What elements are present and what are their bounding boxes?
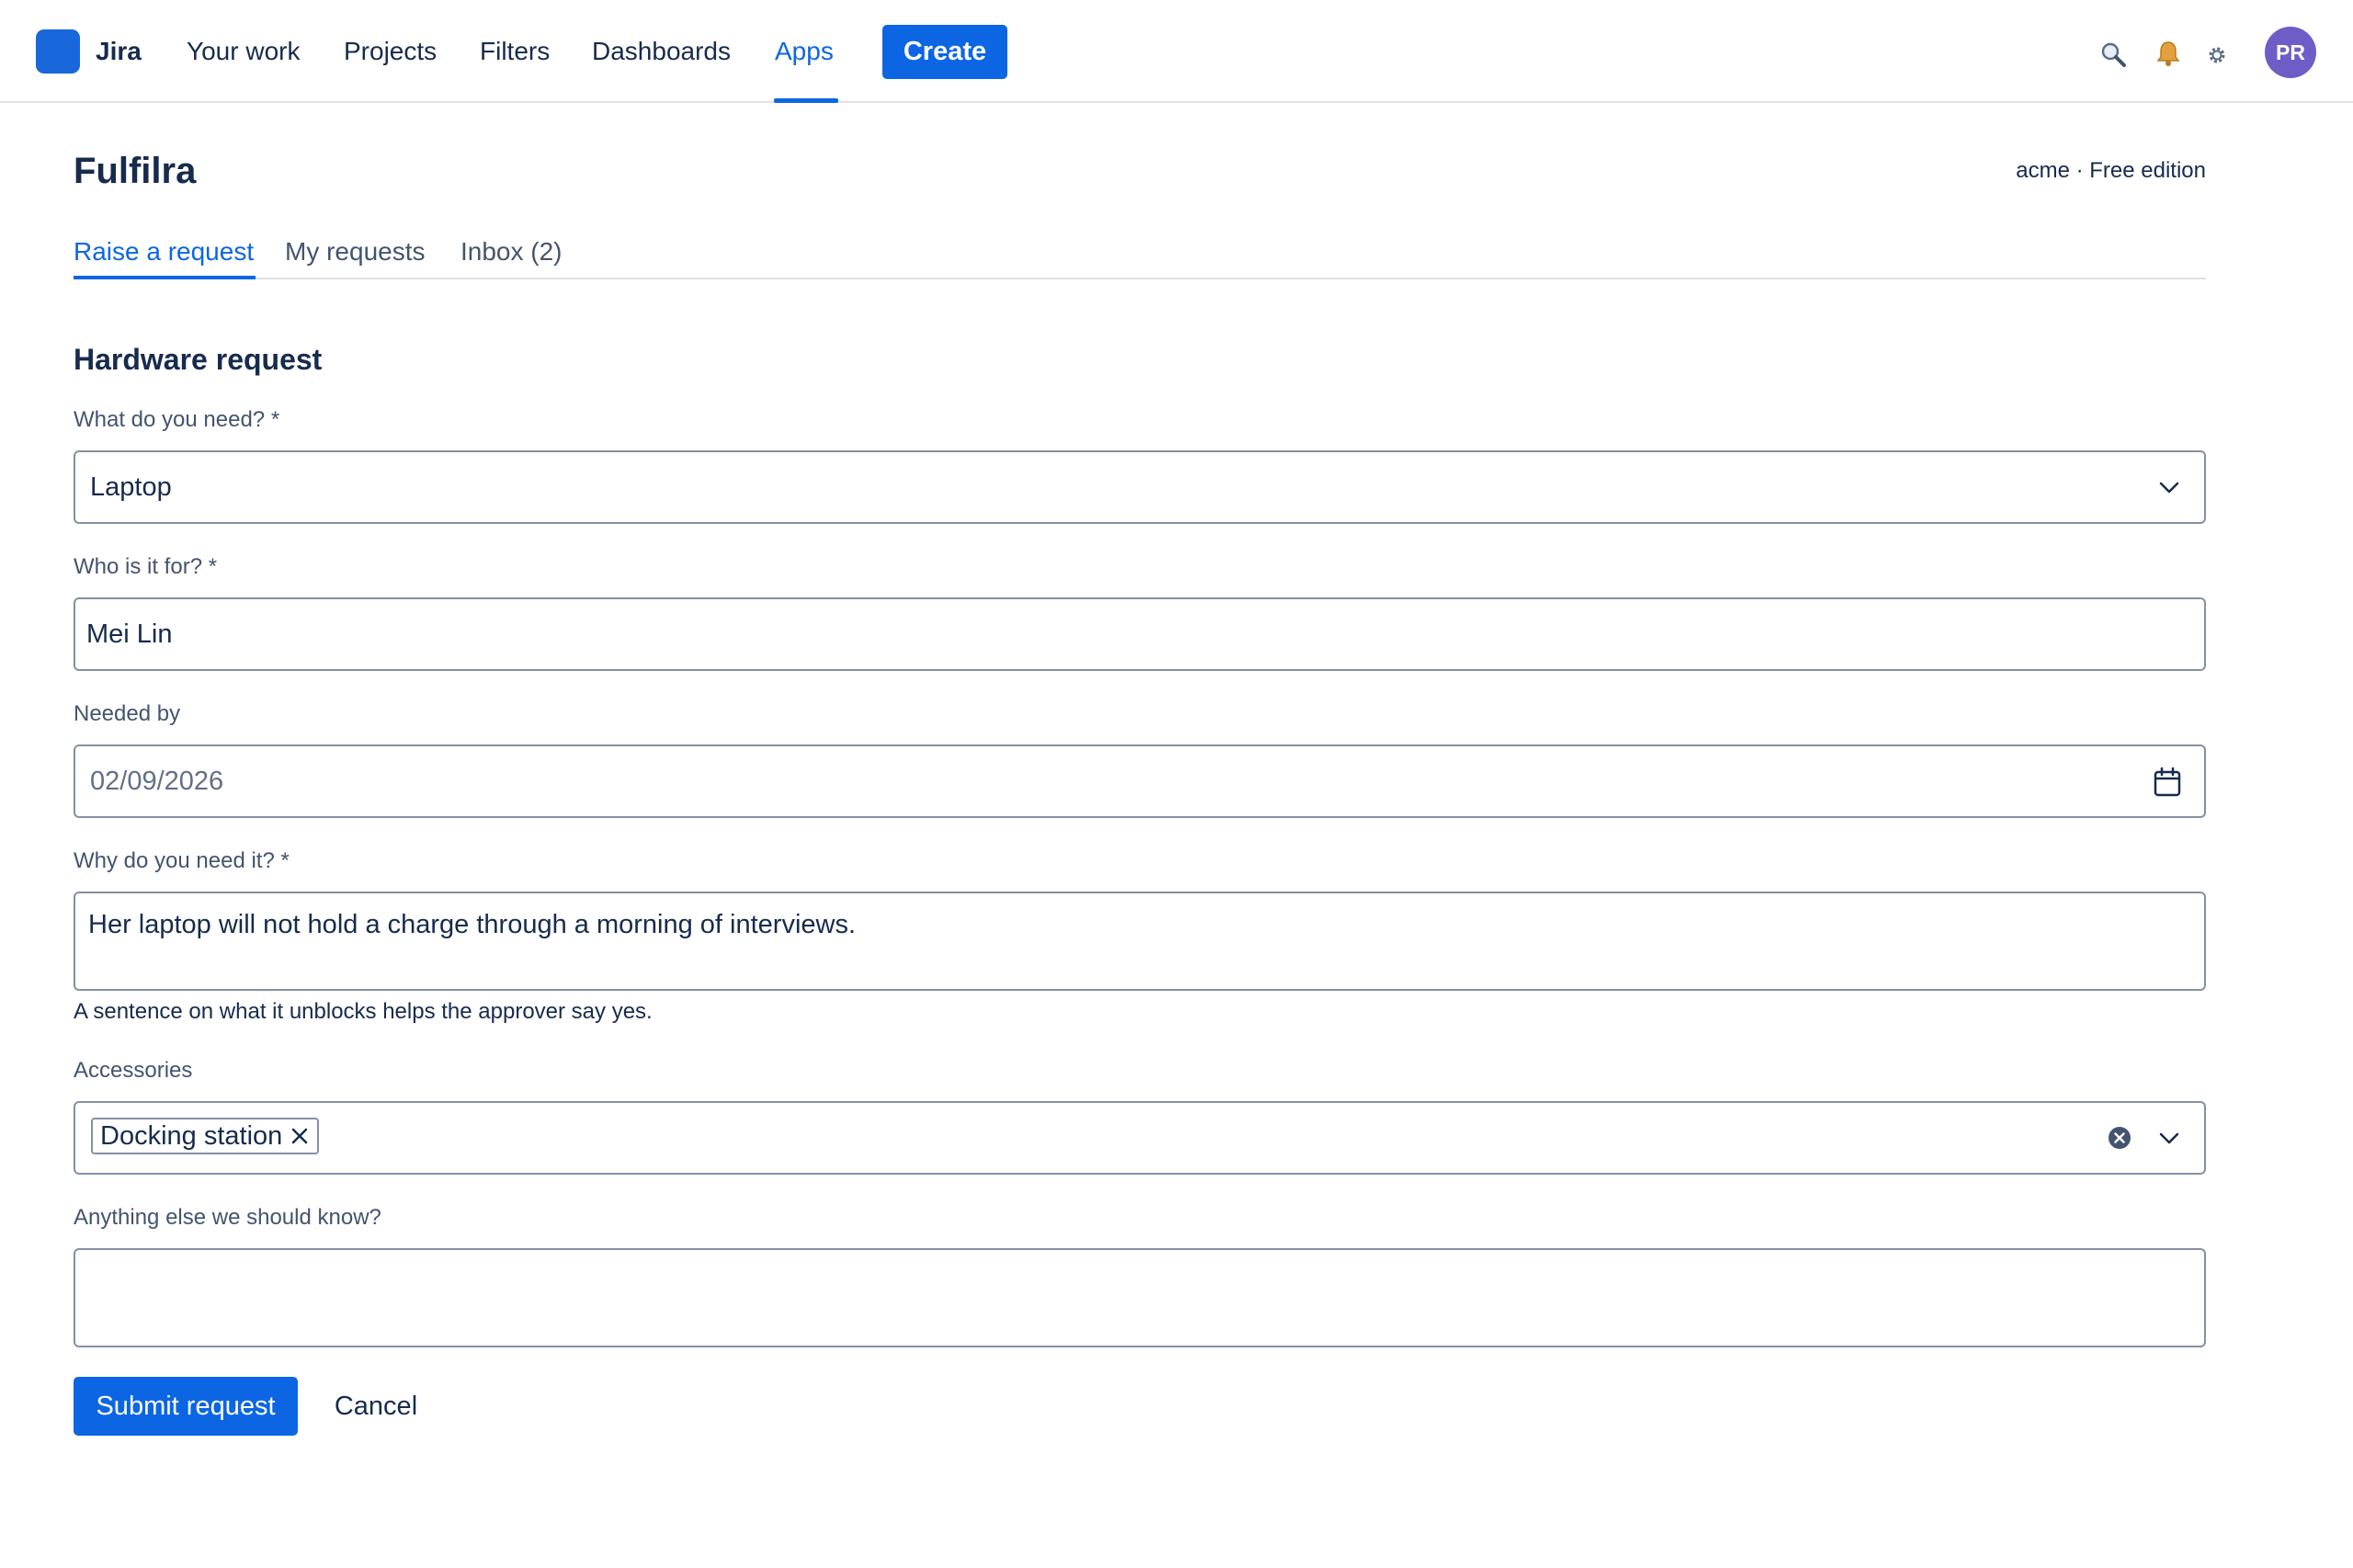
page-title: Fulfilra: [74, 151, 197, 191]
why-label: Why do you need it? *: [74, 848, 290, 873]
create-button[interactable]: Create: [882, 25, 1007, 79]
tabs-divider: [74, 278, 2206, 279]
jira-logo-icon[interactable]: [36, 29, 80, 74]
nav-your-work[interactable]: Your work: [187, 35, 300, 68]
nav-filters[interactable]: Filters: [480, 35, 550, 68]
why-textarea[interactable]: Her laptop will not hold a charge throug…: [74, 892, 2206, 991]
brand-name[interactable]: Jira: [96, 35, 142, 68]
notes-textarea[interactable]: [74, 1248, 2206, 1347]
nav-active-indicator: [774, 98, 838, 103]
tab-inbox[interactable]: Inbox (2): [460, 235, 563, 268]
user-avatar[interactable]: PR: [2265, 27, 2316, 78]
need-value: Laptop: [90, 472, 172, 502]
edition-label: acme · Free edition: [2016, 158, 2206, 183]
search-icon[interactable]: [2099, 40, 2127, 73]
clear-icon[interactable]: [2107, 1125, 2132, 1155]
for-value: Mei Lin: [86, 619, 173, 649]
nav-dashboards[interactable]: Dashboards: [592, 35, 731, 68]
gear-icon[interactable]: [2207, 45, 2227, 70]
chevron-down-icon[interactable]: [2154, 1121, 2184, 1159]
why-value: Her laptop will not hold a charge throug…: [88, 910, 857, 939]
need-label: What do you need? *: [74, 407, 280, 432]
tab-raise-a-request[interactable]: Raise a request: [74, 235, 254, 268]
cancel-button[interactable]: Cancel: [320, 1377, 432, 1436]
accessory-tag-label: Docking station: [100, 1121, 283, 1151]
nav-apps[interactable]: Apps: [775, 35, 834, 68]
nav-projects[interactable]: Projects: [344, 35, 437, 68]
tab-active-indicator: [74, 276, 256, 279]
notes-label: Anything else we should know?: [74, 1205, 381, 1230]
form-title: Hardware request: [74, 343, 323, 376]
chevron-down-icon[interactable]: [2154, 471, 2184, 508]
needed-by-label: Needed by: [74, 701, 181, 726]
tab-my-requests[interactable]: My requests: [285, 235, 426, 268]
close-icon[interactable]: [290, 1126, 310, 1146]
top-navigation: Jira Your work Projects Filters Dashboar…: [0, 0, 2353, 103]
submit-request-button[interactable]: Submit request: [74, 1377, 298, 1436]
accessories-label: Accessories: [74, 1058, 193, 1083]
for-label: Who is it for? *: [74, 554, 218, 579]
for-input[interactable]: Mei Lin: [74, 597, 2206, 671]
calendar-icon[interactable]: [2153, 767, 2182, 802]
needed-by-date-input[interactable]: 02/09/2026: [74, 744, 2206, 818]
needed-by-value: 02/09/2026: [90, 767, 224, 796]
why-helper-text: A sentence on what it unblocks helps the…: [74, 999, 653, 1024]
need-select[interactable]: Laptop: [74, 450, 2206, 524]
accessories-multiselect[interactable]: Docking station: [74, 1101, 2206, 1175]
accessory-tag: Docking station: [91, 1118, 320, 1154]
bell-icon[interactable]: [2154, 40, 2182, 72]
